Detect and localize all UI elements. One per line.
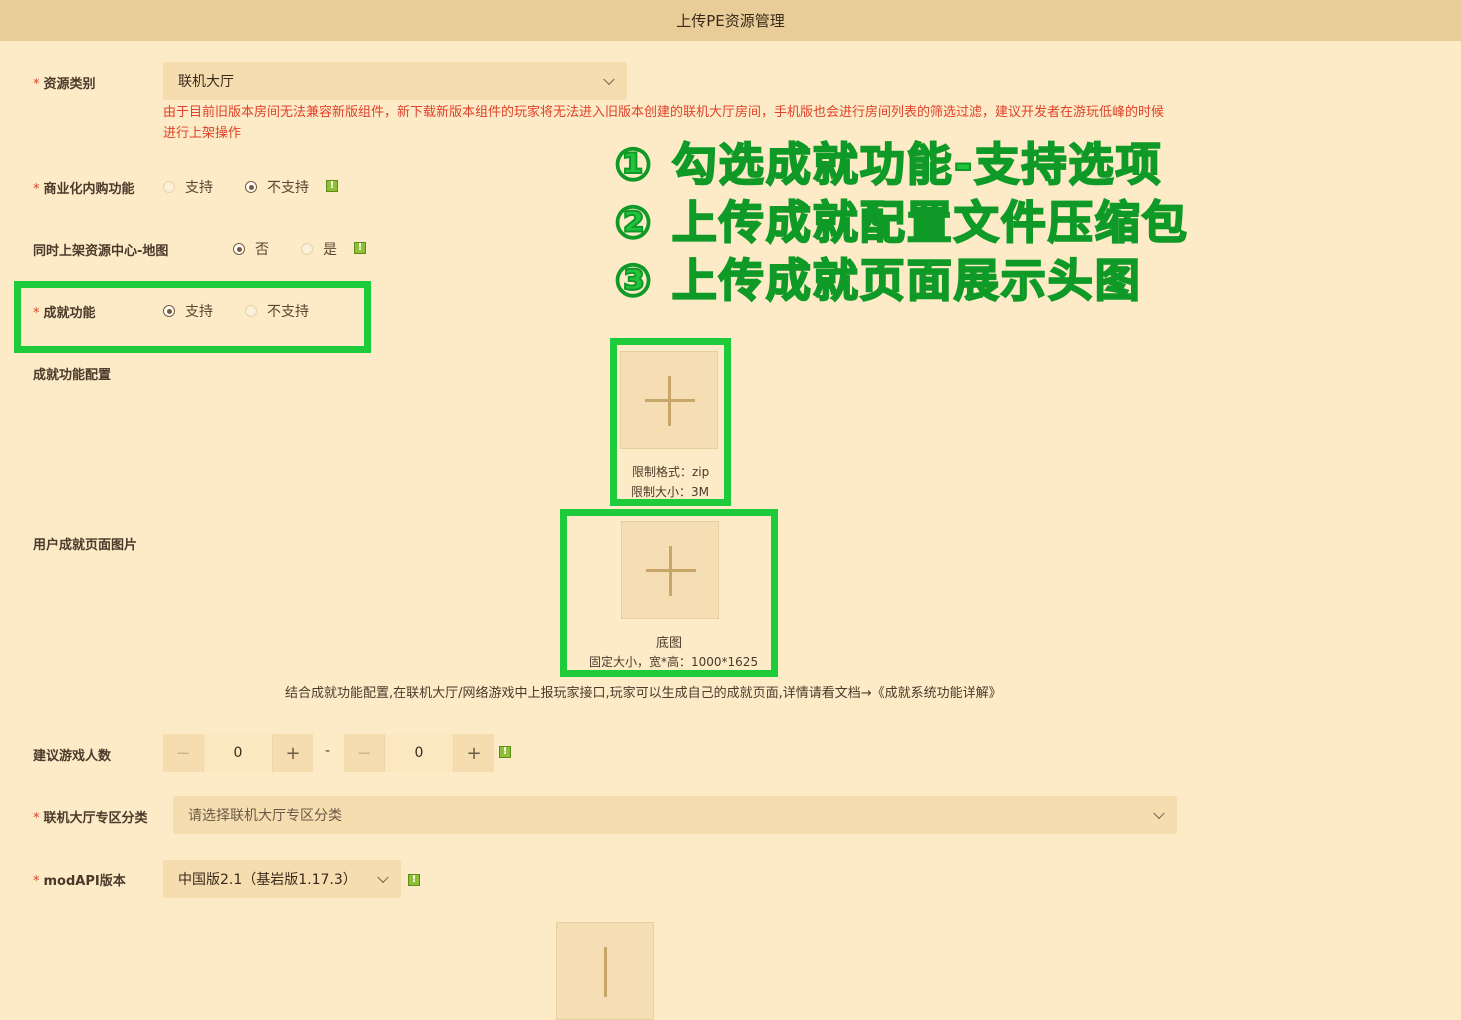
annotation-step-2: ② 上传成就配置文件压缩包 — [613, 195, 1189, 250]
lobby-category-select[interactable]: 请选择联机大厅专区分类 — [173, 796, 1177, 834]
info-icon[interactable]: ! — [354, 242, 366, 254]
achievement-config-label: 成就功能配置 — [33, 368, 112, 383]
chevron-down-icon — [603, 73, 615, 86]
chevron-down-icon — [377, 871, 389, 884]
radio-checked-icon — [245, 181, 257, 193]
plus-icon — [604, 947, 607, 997]
radio-checked-icon — [233, 243, 245, 255]
achievement-option-not-support[interactable]: 不支持 — [245, 301, 309, 321]
sync-map-option-yes[interactable]: 是 — [301, 239, 337, 259]
minus-icon[interactable]: − — [344, 734, 384, 772]
plus-icon[interactable]: + — [454, 734, 494, 772]
image-upload-button[interactable] — [621, 521, 719, 619]
info-icon[interactable]: ! — [499, 746, 511, 758]
minus-icon[interactable]: − — [163, 734, 203, 772]
players-max-stepper[interactable]: − 0 + — [344, 734, 494, 772]
commercial-label: * 商业化内购功能 — [33, 182, 135, 197]
chevron-down-icon — [1153, 807, 1165, 820]
commercial-option-support[interactable]: 支持 — [163, 177, 213, 197]
mod-api-value: 中国版2.1（基岩版1.17.3） — [178, 872, 357, 888]
window-title: 上传PE资源管理 — [0, 0, 1461, 41]
mod-api-label: * modAPI版本 — [33, 874, 126, 889]
image-size-hint: 固定大小，宽*高：1000*1625 — [589, 655, 759, 669]
range-separator: - — [325, 743, 331, 759]
lobby-category-placeholder: 请选择联机大厅专区分类 — [188, 808, 342, 824]
achievement-option-support[interactable]: 支持 — [163, 301, 213, 321]
mod-api-select[interactable]: 中国版2.1（基岩版1.17.3） — [163, 860, 401, 898]
sync-map-label: 同时上架资源中心-地图 — [33, 244, 169, 259]
config-upload-button[interactable] — [620, 351, 718, 449]
radio-icon — [301, 243, 313, 255]
sync-map-option-no[interactable]: 否 — [233, 239, 269, 259]
config-size-hint: 限制大小：3M — [631, 485, 709, 499]
resource-type-value: 联机大厅 — [178, 74, 234, 90]
cover-upload-button[interactable] — [556, 922, 654, 1020]
players-min-stepper[interactable]: − 0 + — [163, 734, 313, 772]
info-icon[interactable]: ! — [408, 874, 420, 886]
image-caption: 底图 — [656, 636, 683, 651]
plus-icon[interactable]: + — [273, 734, 313, 772]
info-icon[interactable]: ! — [326, 180, 338, 192]
radio-icon — [163, 181, 175, 193]
resource-type-label: * 资源类别 — [33, 77, 96, 92]
annotation-step-3: ③ 上传成就页面展示头图 — [613, 253, 1142, 308]
players-min-value[interactable]: 0 — [203, 734, 273, 772]
lobby-category-label: * 联机大厅专区分类 — [33, 811, 148, 826]
achievement-doc-link[interactable]: 结合成就功能配置,在联机大厅/网络游戏中上报玩家接口,玩家可以生成自己的成就页面… — [285, 682, 1002, 701]
players-label: 建议游戏人数 — [33, 749, 112, 764]
achievement-label: * 成就功能 — [33, 306, 96, 321]
players-max-value[interactable]: 0 — [384, 734, 454, 772]
achievement-image-label: 用户成就页面图片 — [33, 538, 138, 553]
commercial-option-not-support[interactable]: 不支持 — [245, 177, 309, 197]
annotation-step-1: ① 勾选成就功能-支持选项 — [613, 137, 1163, 192]
radio-checked-icon — [163, 305, 175, 317]
radio-icon — [245, 305, 257, 317]
config-format-hint: 限制格式：zip — [632, 465, 710, 479]
resource-type-select[interactable]: 联机大厅 — [163, 62, 627, 100]
